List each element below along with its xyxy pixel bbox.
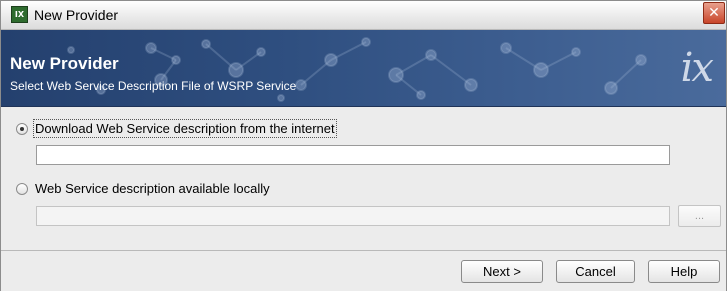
banner-subtitle: Select Web Service Description File of W… [10, 79, 297, 93]
next-button[interactable]: Next > [461, 260, 543, 283]
ix-logo: ix [680, 45, 714, 91]
new-provider-dialog: IX New Provider ✕ New Provider Select We… [0, 0, 727, 291]
help-button[interactable]: Help [648, 260, 720, 283]
local-radio-button[interactable] [16, 183, 28, 195]
app-icon: IX [11, 6, 28, 23]
close-button[interactable]: ✕ [703, 2, 725, 24]
cancel-button[interactable]: Cancel [556, 260, 635, 283]
browse-button[interactable]: ... [678, 205, 721, 227]
window-title: New Provider [34, 7, 119, 23]
download-option-label[interactable]: Download Web Service description from th… [33, 119, 337, 138]
url-input[interactable] [36, 145, 670, 165]
button-bar: Next > Cancel Help [1, 250, 726, 291]
local-option-label[interactable]: Web Service description available locall… [35, 181, 270, 196]
wizard-content: Download Web Service description from th… [1, 107, 726, 250]
wizard-banner: New Provider Select Web Service Descript… [1, 30, 726, 107]
title-bar[interactable]: IX New Provider ✕ [1, 1, 726, 30]
banner-title: New Provider [10, 54, 119, 73]
download-radio-button[interactable] [16, 123, 28, 135]
local-file-input[interactable] [36, 206, 670, 226]
